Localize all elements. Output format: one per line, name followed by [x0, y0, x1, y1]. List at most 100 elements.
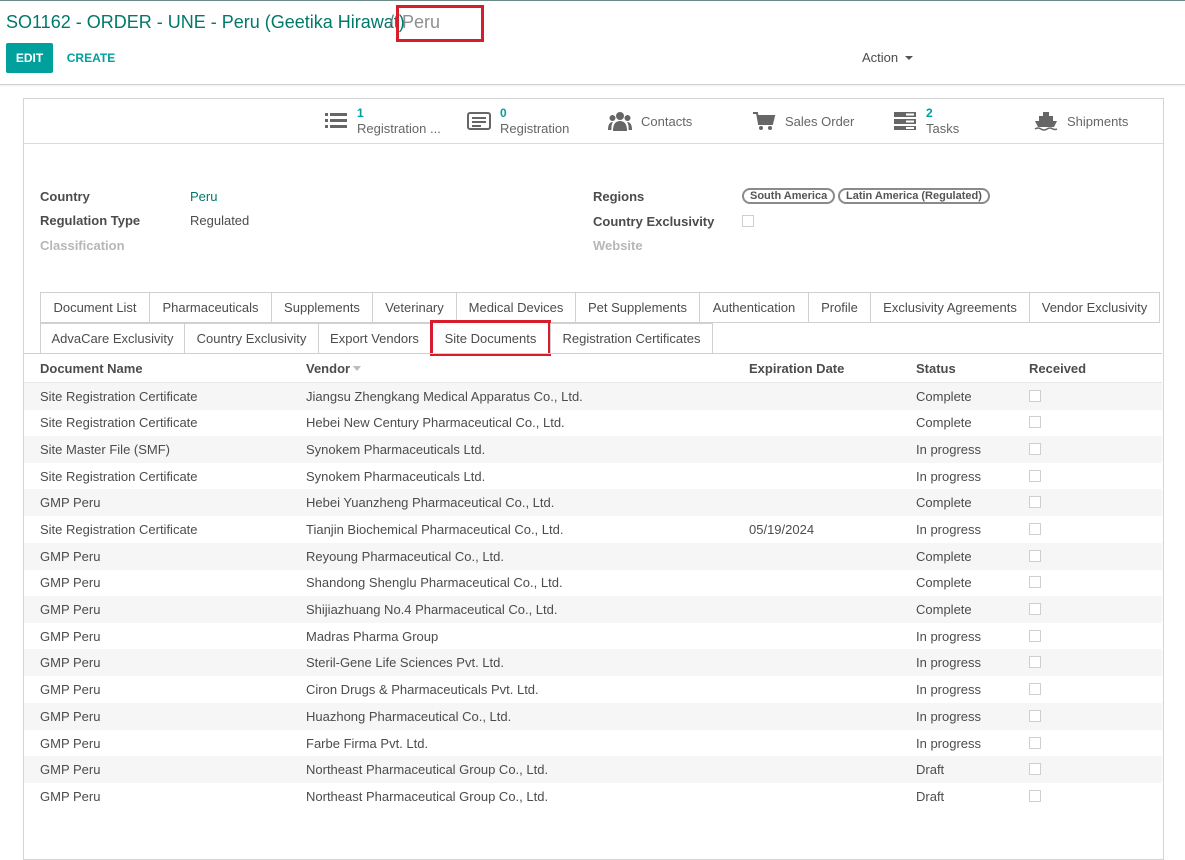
received-checkbox[interactable] — [1029, 683, 1041, 695]
received-checkbox[interactable] — [1029, 737, 1041, 749]
edit-button[interactable]: EDIT — [6, 43, 53, 73]
table-row[interactable]: GMP Peru Steril-Gene Life Sciences Pvt. L… — [24, 649, 1162, 676]
action-dropdown[interactable]: Action — [862, 50, 898, 65]
received-checkbox[interactable] — [1029, 550, 1041, 562]
cell-vendor: Ciron Drugs & Pharmaceuticals Pvt. Ltd. — [306, 682, 539, 697]
received-checkbox[interactable] — [1029, 443, 1041, 455]
table-row[interactable]: Site Registration Certificate Jiangsu Zhe… — [24, 383, 1162, 410]
table-row[interactable]: GMP Peru Hebei Yuanzheng Pharmaceutical C… — [24, 489, 1162, 516]
received-checkbox[interactable] — [1029, 603, 1041, 615]
users-icon — [608, 112, 632, 131]
cell-document-name: Site Registration Certificate — [40, 389, 198, 404]
tasks-button[interactable]: 2 Tasks — [893, 99, 1013, 143]
region-tag[interactable]: Latin America (Regulated) — [838, 188, 990, 204]
table-row[interactable]: GMP Peru Farbe Firma Pvt. Ltd. In progress — [24, 730, 1162, 757]
tab-medical-devices[interactable]: Medical Devices — [456, 292, 576, 323]
tab-profile[interactable]: Profile — [808, 292, 871, 323]
cell-vendor: Synokem Pharmaceuticals Ltd. — [306, 469, 486, 484]
table-row[interactable]: GMP Peru Shandong Shenglu Pharmaceutical … — [24, 569, 1162, 596]
table-row[interactable]: GMP Peru Huazhong Pharmaceutical Co., Ltd… — [24, 703, 1162, 730]
column-header-document-name[interactable]: Document Name — [40, 361, 143, 376]
cell-document-name: Site Registration Certificate — [40, 469, 198, 484]
table-row[interactable]: GMP Peru Northeast Pharmaceutical Group C… — [24, 756, 1162, 783]
tab-divider — [24, 353, 1162, 354]
cell-document-name: GMP Peru — [40, 629, 101, 644]
tab-document-list[interactable]: Document List — [40, 292, 150, 323]
tab-pet-supplements[interactable]: Pet Supplements — [575, 292, 700, 323]
cell-status: Complete — [916, 575, 972, 590]
table-row[interactable]: GMP Peru Northeast Pharmaceutical Group C… — [24, 783, 1162, 810]
table-row[interactable]: GMP Peru Reyoung Pharmaceutical Co., Ltd.… — [24, 543, 1162, 570]
ship-icon — [1034, 112, 1058, 131]
received-checkbox[interactable] — [1029, 763, 1041, 775]
region-tag[interactable]: South America — [742, 188, 836, 204]
tab-pharmaceuticals[interactable]: Pharmaceuticals — [149, 292, 272, 323]
cell-status: Draft — [916, 762, 945, 777]
registration-list-button[interactable]: 1 Registration ... — [324, 99, 454, 143]
tab-site-documents[interactable]: Site Documents — [430, 320, 551, 356]
registration-count: 0 — [500, 106, 507, 120]
table-row[interactable]: Site Master File (SMF) Synokem Pharmaceut… — [24, 436, 1162, 463]
cell-document-name: GMP Peru — [40, 762, 101, 777]
received-checkbox[interactable] — [1029, 656, 1041, 668]
received-checkbox[interactable] — [1029, 470, 1041, 482]
cell-status: Complete — [916, 389, 972, 404]
breadcrumb-parent-link[interactable]: SO1162 - ORDER - UNE - Peru (Geetika Hir… — [6, 12, 405, 33]
tab-registration-certificates[interactable]: Registration Certificates — [550, 323, 713, 354]
received-checkbox[interactable] — [1029, 630, 1041, 642]
column-header-status[interactable]: Status — [916, 361, 956, 376]
table-row[interactable]: Site Registration Certificate Synokem Pha… — [24, 463, 1162, 490]
cell-document-name: Site Registration Certificate — [40, 415, 198, 430]
cell-status: In progress — [916, 629, 982, 644]
cell-vendor: Tianjin Biochemical Pharmaceutical Co., … — [306, 522, 564, 537]
regions-label: Regions — [593, 189, 645, 204]
tab-export-vendors[interactable]: Export Vendors — [318, 323, 431, 354]
registration-list-label: Registration ... — [357, 121, 441, 136]
contacts-button[interactable]: Contacts — [608, 99, 728, 143]
registration-label: Registration — [500, 121, 570, 136]
tab-authentication[interactable]: Authentication — [699, 292, 809, 323]
received-checkbox[interactable] — [1029, 416, 1041, 428]
cell-document-name: Site Master File (SMF) — [40, 442, 171, 457]
cell-vendor: Hebei Yuanzheng Pharmaceutical Co., Ltd. — [306, 495, 555, 510]
column-header-expiration-date[interactable]: Expiration Date — [749, 361, 844, 376]
cell-vendor: Northeast Pharmaceutical Group Co., Ltd. — [306, 789, 549, 804]
table-row[interactable]: GMP Peru Shijiazhuang No.4 Pharmaceutical… — [24, 596, 1162, 623]
cell-vendor: Hebei New Century Pharmaceutical Co., Lt… — [306, 415, 565, 430]
tab-veterinary[interactable]: Veterinary — [372, 292, 457, 323]
received-checkbox[interactable] — [1029, 790, 1041, 802]
received-checkbox[interactable] — [1029, 710, 1041, 722]
country-exclusivity-label: Country Exclusivity — [593, 214, 715, 229]
column-header-received[interactable]: Received — [1029, 361, 1086, 376]
tab-exclusivity-agreements[interactable]: Exclusivity Agreements — [870, 292, 1030, 323]
create-button[interactable]: CREATE — [60, 43, 122, 73]
country-value-link[interactable]: Peru — [190, 189, 217, 204]
sales-order-button[interactable]: Sales Order — [752, 99, 882, 143]
cell-expiration-date: 05/19/2024 — [749, 522, 815, 537]
received-checkbox[interactable] — [1029, 496, 1041, 508]
table-row[interactable]: GMP Peru Ciron Drugs & Pharmaceuticals Pv… — [24, 676, 1162, 703]
column-header-vendor[interactable]: Vendor — [306, 361, 350, 376]
contacts-label: Contacts — [641, 113, 693, 129]
table-row[interactable]: GMP Peru Madras Pharma Group In progress — [24, 623, 1162, 650]
cell-vendor: Jiangsu Zhengkang Medical Apparatus Co.,… — [306, 389, 583, 404]
cell-document-name: GMP Peru — [40, 549, 101, 564]
received-checkbox[interactable] — [1029, 390, 1041, 402]
cell-vendor: Northeast Pharmaceutical Group Co., Ltd. — [306, 762, 549, 777]
tab-country-exclusivity[interactable]: Country Exclusivity — [184, 323, 319, 354]
table-row[interactable]: Site Registration Certificate Tianjin Bio… — [24, 516, 1162, 543]
tab-vendor-exclusivity[interactable]: Vendor Exclusivity — [1029, 292, 1160, 323]
cell-status: Complete — [916, 495, 972, 510]
country-exclusivity-checkbox[interactable] — [742, 215, 754, 227]
received-checkbox[interactable] — [1029, 576, 1041, 588]
cell-document-name: GMP Peru — [40, 495, 101, 510]
cell-vendor: Huazhong Pharmaceutical Co., Ltd. — [306, 709, 512, 724]
table-row[interactable]: Site Registration Certificate Hebei New C… — [24, 409, 1162, 436]
tab-advacare-exclusivity[interactable]: AdvaCare Exclusivity — [40, 323, 185, 354]
received-checkbox[interactable] — [1029, 523, 1041, 535]
list-icon — [325, 113, 347, 128]
cell-document-name: GMP Peru — [40, 709, 101, 724]
tab-supplements[interactable]: Supplements — [271, 292, 373, 323]
shipments-button[interactable]: Shipments — [1034, 99, 1154, 143]
registration-button[interactable]: 0 Registration — [467, 99, 597, 143]
